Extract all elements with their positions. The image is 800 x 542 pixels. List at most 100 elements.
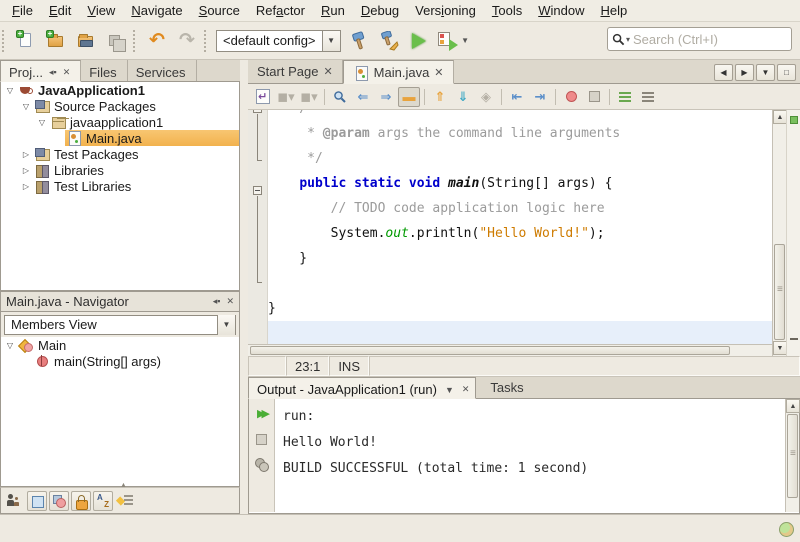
toolbar-grip[interactable] bbox=[2, 30, 9, 52]
expander-icon[interactable]: ▽ bbox=[19, 102, 33, 111]
tree-item-libraries[interactable]: ▷Libraries bbox=[1, 162, 239, 178]
expander-icon[interactable]: ▷ bbox=[19, 166, 33, 175]
code-line[interactable]: * @param args the command line arguments bbox=[268, 121, 772, 146]
toggle-bookmark-button[interactable]: ◈ bbox=[475, 87, 497, 107]
fold-marker[interactable] bbox=[253, 186, 262, 195]
tab-output[interactable]: Output - JavaApplication1 (run) ▼ ✕ bbox=[248, 377, 476, 399]
tab-proj[interactable]: Proj...◂▪✕ bbox=[0, 60, 81, 82]
expander-icon[interactable]: ▽ bbox=[3, 341, 17, 350]
stop-macro-recording-button[interactable] bbox=[583, 87, 605, 107]
debug-project-button[interactable]: ▼ bbox=[434, 26, 474, 56]
show-inherited-members-button[interactable] bbox=[5, 491, 25, 511]
config-combobox[interactable]: <default config> ▼ bbox=[216, 30, 341, 52]
navigator-view-combobox[interactable]: Members View ▼ bbox=[4, 315, 236, 335]
shift-right-button[interactable]: ⇥ bbox=[529, 87, 551, 107]
chevron-down-icon[interactable]: ▼ bbox=[217, 315, 235, 335]
editor-vertical-scrollbar[interactable]: ▲ ▼ bbox=[772, 110, 786, 356]
tree-item-main-string-args[interactable]: main(String[] args) bbox=[1, 353, 239, 369]
code-line[interactable]: System.out.println("Hello World!"); bbox=[268, 221, 772, 246]
close-icon[interactable]: ✕ bbox=[434, 66, 443, 79]
caret-line[interactable] bbox=[268, 321, 772, 344]
toggle-highlight-button[interactable]: ▬ bbox=[398, 87, 420, 107]
next-bookmark-button[interactable]: ⇓ bbox=[452, 87, 474, 107]
menu-view[interactable]: View bbox=[79, 1, 123, 20]
stop-build-button[interactable] bbox=[253, 431, 271, 447]
menu-run[interactable]: Run bbox=[313, 1, 353, 20]
code-line[interactable]: /** bbox=[268, 110, 772, 121]
undo-button[interactable]: ↶ bbox=[142, 26, 172, 56]
find-next-button[interactable]: ⇒ bbox=[375, 87, 397, 107]
expander-icon[interactable]: ▷ bbox=[19, 182, 33, 191]
start-macro-recording-button[interactable] bbox=[560, 87, 582, 107]
tree-item-test-libraries[interactable]: ▷Test Libraries bbox=[1, 178, 239, 194]
comment-button[interactable] bbox=[614, 87, 636, 107]
tree-item-main-java[interactable]: Main.java bbox=[1, 130, 239, 146]
new-project-button[interactable]: + bbox=[41, 26, 71, 56]
sort-by-source-button[interactable] bbox=[115, 491, 135, 511]
fold-marker[interactable] bbox=[253, 110, 262, 113]
chevron-down-icon[interactable]: ▼ bbox=[461, 36, 469, 45]
expander-icon[interactable]: ▷ bbox=[19, 150, 33, 159]
tab-list-button[interactable]: ▼ bbox=[756, 64, 775, 81]
scroll-down-button[interactable]: ▼ bbox=[773, 341, 787, 355]
close-icon[interactable]: ✕ bbox=[63, 67, 71, 78]
expander-icon[interactable]: ▽ bbox=[35, 118, 49, 127]
menu-refactor[interactable]: Refactor bbox=[248, 1, 313, 20]
code-area[interactable]: /** * @param args the command line argum… bbox=[268, 110, 772, 344]
save-all-button[interactable] bbox=[101, 26, 131, 56]
toolbar-grip[interactable] bbox=[204, 30, 211, 52]
menu-navigate[interactable]: Navigate bbox=[123, 1, 190, 20]
minimize-window-icon[interactable]: ◂▪ bbox=[213, 296, 221, 307]
show-fields-button[interactable] bbox=[27, 491, 47, 511]
tree-item-javaapplication1[interactable]: ▽javaapplication1 bbox=[1, 114, 239, 130]
scroll-up-button[interactable]: ▲ bbox=[786, 399, 800, 413]
scrollbar-thumb[interactable] bbox=[250, 346, 730, 355]
toolbar-grip[interactable] bbox=[133, 30, 140, 52]
menu-help[interactable]: Help bbox=[592, 1, 635, 20]
close-icon[interactable]: ✕ bbox=[323, 65, 332, 78]
redo-button[interactable]: ↷ bbox=[172, 26, 202, 56]
forward-button[interactable]: ◼▾ bbox=[298, 87, 320, 107]
minimize-window-icon[interactable]: ▼ bbox=[445, 385, 454, 395]
scrollbar-thumb[interactable] bbox=[787, 414, 798, 498]
editor-tab-start-page[interactable]: Start Page✕ bbox=[248, 60, 343, 83]
code-line[interactable]: // TODO code application logic here bbox=[268, 196, 772, 221]
expander-icon[interactable]: ▽ bbox=[3, 86, 17, 95]
scroll-tabs-right-button[interactable]: ▶ bbox=[735, 64, 754, 81]
back-button[interactable]: ◼▾ bbox=[275, 87, 297, 107]
tree-item-javaapplication1[interactable]: ▽JavaApplication1 bbox=[1, 82, 239, 98]
minimize-window-icon[interactable]: ◂▪ bbox=[49, 67, 57, 78]
code-line[interactable]: } bbox=[268, 246, 772, 271]
editor-horizontal-scrollbar[interactable] bbox=[248, 344, 772, 356]
output-console[interactable]: run:Hello World!BUILD SUCCESSFUL (total … bbox=[275, 399, 785, 511]
tree-item-source-packages[interactable]: ▽Source Packages bbox=[1, 98, 239, 114]
chevron-down-icon[interactable]: ▼ bbox=[322, 31, 340, 51]
find-previous-button[interactable]: ⇐ bbox=[352, 87, 374, 107]
background-scanning-icon[interactable] bbox=[779, 522, 794, 537]
close-icon[interactable]: ✕ bbox=[462, 384, 470, 395]
clean-build-project-button[interactable] bbox=[374, 26, 404, 56]
editor[interactable]: /** * @param args the command line argum… bbox=[248, 110, 800, 356]
maximize-window-button[interactable]: □ bbox=[777, 64, 796, 81]
vertical-splitter[interactable] bbox=[240, 60, 248, 514]
tab-files[interactable]: Files bbox=[81, 60, 127, 81]
menu-debug[interactable]: Debug bbox=[353, 1, 407, 20]
open-project-button[interactable] bbox=[71, 26, 101, 56]
tab-tasks[interactable]: Tasks bbox=[476, 377, 537, 398]
menu-tools[interactable]: Tools bbox=[484, 1, 530, 20]
menu-window[interactable]: Window bbox=[530, 1, 592, 20]
find-button[interactable] bbox=[329, 87, 351, 107]
output-scrollbar[interactable]: ▲ bbox=[785, 399, 799, 512]
scrollbar-thumb[interactable] bbox=[774, 244, 785, 340]
show-non-public-members-button[interactable] bbox=[49, 491, 69, 511]
editor-gutter[interactable] bbox=[248, 110, 268, 344]
close-icon[interactable]: ✕ bbox=[226, 296, 234, 307]
tree-item-test-packages[interactable]: ▷Test Packages bbox=[1, 146, 239, 162]
tree-item-main[interactable]: ▽Main bbox=[1, 337, 239, 353]
menu-versioning[interactable]: Versioning bbox=[407, 1, 484, 20]
navigator-titlebar[interactable]: Main.java - Navigator ◂▪ ✕ bbox=[0, 291, 240, 312]
previous-bookmark-button[interactable]: ⇑ bbox=[429, 87, 451, 107]
editor-tab-main-java[interactable]: Main.java✕ bbox=[343, 60, 454, 84]
tab-services[interactable]: Services bbox=[128, 60, 197, 81]
rerun-button[interactable]: ▶▶ bbox=[253, 405, 271, 421]
